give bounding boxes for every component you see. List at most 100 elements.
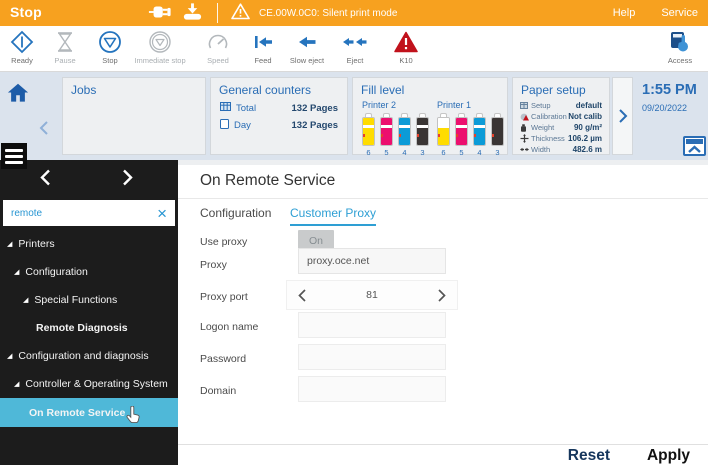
sidebar-item-controller-operating-system[interactable]: ◢Controller & Operating System [0, 370, 178, 398]
counter-row-day: Day 132 Pages [211, 119, 347, 132]
tree-expand-icon: ◢ [7, 352, 12, 360]
increment-button[interactable] [427, 284, 457, 307]
dashboard-strip: Jobs General counters Total 132 Pages Da… [0, 72, 708, 160]
service-button[interactable]: Service [661, 7, 698, 19]
topbar-separator [217, 3, 218, 23]
top-status-bar: Stop CE.00W.0C0: Silent print mode Help … [0, 0, 708, 26]
active-tab-underline [290, 224, 376, 226]
counter-row-total: Total 132 Pages [211, 102, 347, 114]
help-button[interactable]: Help [613, 7, 636, 19]
paper-row-width: Width 482.6 m [520, 144, 602, 155]
fill-level-card[interactable]: Fill level Printer 2 6543 Printer 1 [352, 77, 508, 155]
calibration-icon [520, 113, 531, 121]
use-proxy-label: Use proxy [200, 236, 247, 248]
warning-icon [231, 3, 250, 23]
sidebar-item-remote-diagnosis[interactable]: Remote Diagnosis [0, 314, 178, 342]
tree-expand-icon: ◢ [14, 268, 19, 276]
general-counters-title: General counters [211, 78, 347, 97]
logon-name-label: Logon name [200, 321, 258, 333]
dashboard-scroll-left-icon[interactable] [38, 120, 50, 139]
status-message: CE.00W.0C0: Silent print mode [259, 8, 397, 19]
proxy-label: Proxy [200, 259, 227, 271]
weight-icon [520, 124, 531, 132]
password-label: Password [200, 353, 246, 365]
width-icon [520, 147, 531, 152]
ink-bottle-magenta [455, 113, 468, 146]
decrement-button[interactable] [287, 284, 317, 307]
thickness-icon [520, 134, 531, 143]
sidebar-item-printers[interactable]: ◢Printers [0, 230, 178, 258]
paper-row-setup: Setup default [520, 100, 602, 111]
sidebar-item-on-remote-service[interactable]: On Remote Service [0, 398, 178, 427]
ink-bottle-cyan [398, 113, 411, 146]
tree-expand-icon: ◢ [7, 240, 12, 248]
k10-warning-icon [369, 29, 443, 55]
paper-setup-title: Paper setup [513, 78, 609, 97]
fill-level-title: Fill level [353, 78, 507, 97]
search-input[interactable] [3, 208, 149, 219]
proxy-field[interactable]: proxy.oce.net [298, 248, 446, 274]
tab-customer-proxy[interactable]: Customer Proxy [290, 206, 376, 220]
chevron-right-icon [437, 288, 447, 303]
nav-forward-button[interactable] [120, 168, 135, 190]
setup-icon [520, 102, 531, 109]
sidebar-search: × [3, 200, 175, 226]
fill-level-numbers: 6543 [437, 148, 504, 157]
main-panel: On Remote Service Configuration Customer… [178, 160, 708, 465]
counter-value: 132 Pages [292, 120, 338, 131]
access-button[interactable]: Access [643, 29, 708, 65]
chevron-left-icon [297, 288, 307, 303]
paper-row-weight: Weight 90 g/m² [520, 122, 602, 133]
menu-hamburger-button[interactable] [1, 143, 27, 169]
proxy-port-label: Proxy port [200, 291, 248, 303]
sidebar-item-configuration[interactable]: ◢Configuration [0, 258, 178, 286]
ink-bottle-yellow [437, 113, 450, 146]
proxy-port-stepper: 81 [286, 280, 458, 310]
proxy-port-value: 81 [366, 289, 378, 301]
logon-name-input[interactable] [298, 312, 446, 338]
output-tray-icon[interactable] [181, 3, 204, 24]
sidebar-item-configuration-and-diagnosis[interactable]: ◢Configuration and diagnosis [0, 342, 178, 370]
ink-bottle-cyan [473, 113, 486, 146]
k10-warning-button[interactable]: K10 [369, 29, 443, 65]
general-counters-card[interactable]: General counters Total 132 Pages Day 132… [210, 77, 348, 155]
plug-icon[interactable] [148, 3, 172, 24]
access-icon [643, 29, 708, 55]
ink-bottle-magenta [380, 113, 393, 146]
password-input[interactable] [298, 344, 446, 370]
chevron-up-icon [685, 144, 704, 154]
chevron-right-icon [618, 108, 628, 124]
clear-search-icon[interactable]: × [149, 205, 175, 222]
total-counter-icon [220, 102, 231, 114]
apply-button[interactable]: Apply [647, 447, 690, 465]
clock-time: 1:55 PM [642, 82, 697, 98]
navigation-tree: ◢Printers ◢Configuration ◢Special Functi… [0, 230, 178, 427]
printer-2-fill: Printer 2 6543 [362, 100, 429, 157]
home-icon[interactable] [7, 82, 29, 106]
counter-label: Day [234, 120, 251, 131]
collapse-dashboard-button[interactable] [683, 136, 706, 156]
paper-row-thickness: Thickness 106.2 µm [520, 133, 602, 144]
machine-status-title: Stop [10, 4, 42, 20]
paper-setup-card[interactable]: Paper setup Setup default Calibration No… [512, 77, 610, 155]
nav-back-button[interactable] [38, 168, 53, 190]
tab-configuration[interactable]: Configuration [200, 206, 271, 220]
domain-input[interactable] [298, 376, 446, 402]
clock-date: 09/20/2022 [642, 103, 697, 113]
chevron-right-icon [120, 168, 135, 187]
dashboard-scroll-right-button[interactable] [612, 77, 633, 155]
counter-value: 132 Pages [292, 103, 338, 114]
tree-expand-icon: ◢ [23, 296, 28, 304]
navigation-sidebar: × ◢Printers ◢Configuration ◢Special Func… [0, 160, 178, 465]
counter-label: Total [236, 103, 256, 114]
jobs-title: Jobs [63, 78, 205, 97]
reset-button[interactable]: Reset [568, 447, 610, 465]
hand-cursor-icon [126, 406, 141, 427]
page-title: On Remote Service [200, 172, 335, 190]
sidebar-item-special-functions[interactable]: ◢Special Functions [0, 286, 178, 314]
ink-bottle-black [491, 113, 504, 146]
fill-level-numbers: 6543 [362, 148, 429, 157]
tree-expand-icon: ◢ [14, 380, 19, 388]
printer-1-fill: Printer 1 6543 [437, 100, 504, 157]
jobs-card[interactable]: Jobs [62, 77, 206, 155]
